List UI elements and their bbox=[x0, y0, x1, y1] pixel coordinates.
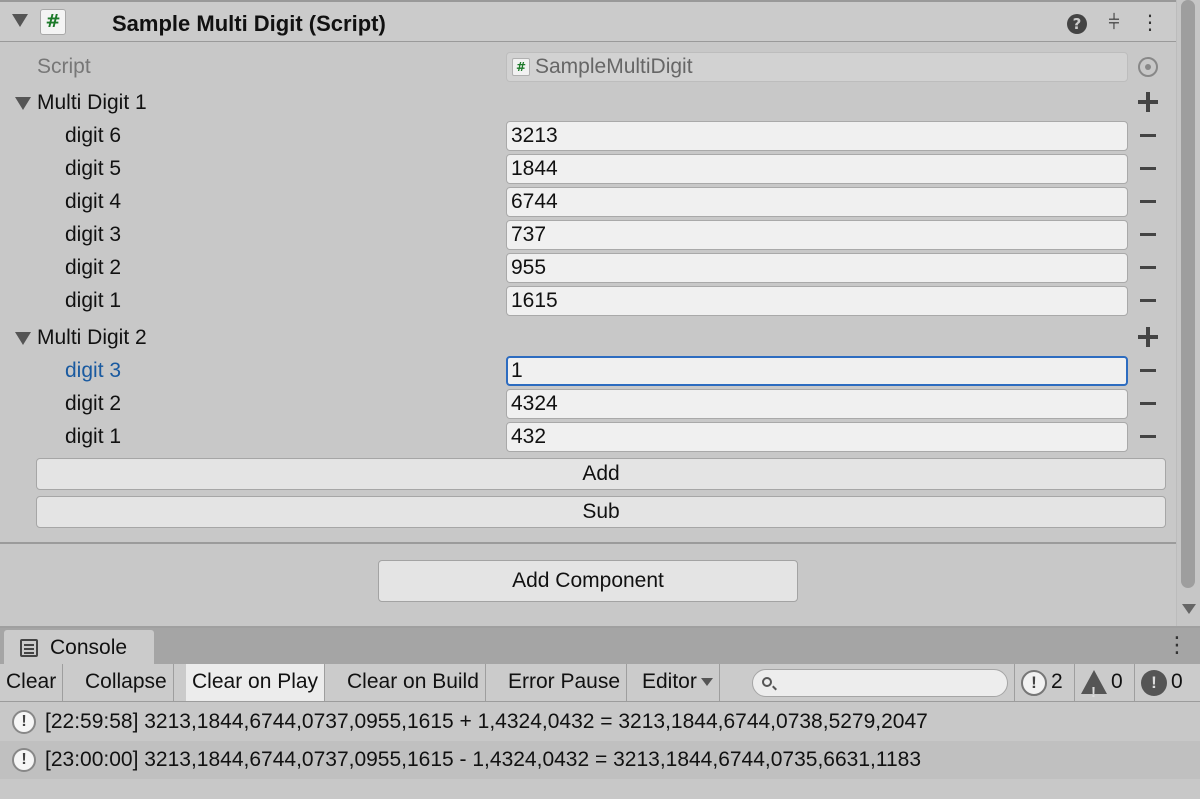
list-item: digit 6 bbox=[0, 121, 1176, 151]
script-icon: # bbox=[40, 9, 66, 35]
list-item: digit 3 bbox=[0, 356, 1176, 386]
log-entry[interactable]: ! [22:59:58] 3213,1844,6744,0737,0955,16… bbox=[0, 703, 1200, 741]
list-item: digit 1 bbox=[0, 422, 1176, 452]
warning-count: 0 bbox=[1111, 670, 1123, 693]
add-component-button[interactable]: Add Component bbox=[378, 560, 798, 602]
list-item: digit 5 bbox=[0, 154, 1176, 184]
component-title: Sample Multi Digit (Script) bbox=[112, 11, 386, 36]
log-list: ! [22:59:58] 3213,1844,6744,0737,0955,16… bbox=[0, 703, 1200, 799]
minus-icon[interactable] bbox=[1140, 233, 1156, 236]
foldout-multi-digit-2[interactable]: Multi Digit 2 bbox=[0, 323, 1176, 353]
help-icon[interactable]: ? bbox=[1065, 10, 1089, 34]
warning-icon: ! bbox=[1081, 670, 1107, 701]
scroll-down-icon[interactable] bbox=[1182, 604, 1196, 614]
inspector-scrollbar[interactable] bbox=[1176, 0, 1200, 626]
error-count: 0 bbox=[1171, 670, 1183, 693]
info-icon: ! bbox=[12, 748, 36, 772]
info-count-toggle[interactable]: ! 2 bbox=[1014, 664, 1072, 701]
script-icon: # bbox=[512, 58, 530, 76]
log-text: [22:59:58] 3213,1844,6744,0737,0955,1615… bbox=[45, 710, 928, 733]
object-picker-icon[interactable] bbox=[1138, 57, 1158, 77]
console-icon bbox=[20, 639, 38, 657]
digit-input[interactable] bbox=[506, 187, 1128, 217]
kebab-icon[interactable]: ⋮ bbox=[1166, 632, 1188, 660]
sub-button[interactable]: Sub bbox=[36, 496, 1166, 528]
digit-input[interactable] bbox=[506, 286, 1128, 316]
collapse-button[interactable]: Collapse bbox=[79, 664, 174, 701]
script-field[interactable] bbox=[506, 52, 1128, 82]
digit-label: digit 2 bbox=[65, 256, 122, 279]
list-item: digit 1 bbox=[0, 286, 1176, 316]
inspector-panel: # Sample Multi Digit (Script) ? ⫩ ⋮ Scri… bbox=[0, 0, 1200, 626]
digit-input[interactable] bbox=[506, 253, 1128, 283]
editor-dropdown-label: Editor bbox=[642, 670, 697, 693]
search-input[interactable] bbox=[779, 672, 1001, 694]
log-text: [23:00:00] 3213,1844,6744,0737,0955,1615… bbox=[45, 748, 922, 771]
editor-dropdown[interactable]: Editor bbox=[636, 664, 720, 701]
digit-input[interactable] bbox=[506, 356, 1128, 386]
warning-count-toggle[interactable]: ! 0 bbox=[1074, 664, 1132, 701]
component-header[interactable]: # Sample Multi Digit (Script) ? ⫩ ⋮ bbox=[0, 0, 1176, 42]
digit-label: digit 2 bbox=[65, 392, 122, 415]
error-icon: ! bbox=[1141, 670, 1167, 696]
triangle-down-icon[interactable] bbox=[12, 14, 28, 27]
digit-input[interactable] bbox=[506, 154, 1128, 184]
digit-label: digit 5 bbox=[65, 157, 122, 180]
triangle-down-icon[interactable] bbox=[15, 97, 31, 110]
info-icon: ! bbox=[1021, 670, 1047, 696]
add-button[interactable]: Add bbox=[36, 458, 1166, 490]
minus-icon[interactable] bbox=[1140, 200, 1156, 203]
digit-input[interactable] bbox=[506, 121, 1128, 151]
digit-label: digit 6 bbox=[65, 124, 122, 147]
digit-label: digit 4 bbox=[65, 190, 122, 213]
clear-on-play-toggle[interactable]: Clear on Play bbox=[186, 664, 326, 701]
sliders-icon[interactable]: ⫩ bbox=[1102, 10, 1126, 34]
clear-button[interactable]: Clear bbox=[0, 664, 64, 701]
tab-console[interactable]: Console bbox=[4, 630, 154, 664]
digit-label: digit 3 bbox=[65, 223, 122, 246]
foldout-label: Multi Digit 2 bbox=[37, 326, 147, 349]
divider bbox=[0, 542, 1176, 544]
triangle-down-icon[interactable] bbox=[15, 332, 31, 345]
info-count: 2 bbox=[1051, 670, 1063, 693]
info-icon: ! bbox=[12, 710, 36, 734]
minus-icon[interactable] bbox=[1140, 266, 1156, 269]
search-icon bbox=[762, 677, 772, 687]
kebab-icon[interactable]: ⋮ bbox=[1138, 10, 1162, 34]
digit-label: digit 1 bbox=[65, 289, 122, 312]
script-row: Script # bbox=[0, 52, 1176, 82]
inspector-body: Script # Multi Digit 1 digit 6 digit 5 d… bbox=[0, 42, 1176, 542]
log-entry[interactable]: ! [23:00:00] 3213,1844,6744,0737,0955,16… bbox=[0, 741, 1200, 779]
minus-icon[interactable] bbox=[1140, 435, 1156, 438]
script-label: Script bbox=[37, 55, 91, 78]
list-item: digit 3 bbox=[0, 220, 1176, 250]
minus-icon[interactable] bbox=[1140, 369, 1156, 372]
foldout-label: Multi Digit 1 bbox=[37, 91, 147, 114]
chevron-down-icon bbox=[700, 678, 713, 687]
search-box[interactable] bbox=[752, 669, 1008, 697]
digit-input[interactable] bbox=[506, 389, 1128, 419]
digit-label: digit 1 bbox=[65, 425, 122, 448]
minus-icon[interactable] bbox=[1140, 134, 1156, 137]
scroll-thumb[interactable] bbox=[1181, 0, 1195, 588]
clear-on-build-toggle[interactable]: Clear on Build bbox=[341, 664, 486, 701]
console-panel: Console ⋮ Clear Collapse Clear on Play C… bbox=[0, 626, 1200, 799]
tab-label: Console bbox=[50, 636, 128, 659]
plus-icon[interactable] bbox=[1138, 92, 1158, 112]
minus-icon[interactable] bbox=[1140, 167, 1156, 170]
list-item: digit 4 bbox=[0, 187, 1176, 217]
digit-input[interactable] bbox=[506, 220, 1128, 250]
error-pause-toggle[interactable]: Error Pause bbox=[502, 664, 628, 701]
plus-icon[interactable] bbox=[1138, 327, 1158, 347]
list-item: digit 2 bbox=[0, 389, 1176, 419]
minus-icon[interactable] bbox=[1140, 299, 1156, 302]
tab-strip: Console ⋮ bbox=[0, 628, 1200, 664]
minus-icon[interactable] bbox=[1140, 402, 1156, 405]
digit-input[interactable] bbox=[506, 422, 1128, 452]
digit-label: digit 3 bbox=[65, 359, 122, 382]
error-count-toggle[interactable]: ! 0 bbox=[1134, 664, 1200, 701]
console-toolbar: Clear Collapse Clear on Play Clear on Bu… bbox=[0, 664, 1200, 702]
foldout-multi-digit-1[interactable]: Multi Digit 1 bbox=[0, 88, 1176, 118]
list-item: digit 2 bbox=[0, 253, 1176, 283]
